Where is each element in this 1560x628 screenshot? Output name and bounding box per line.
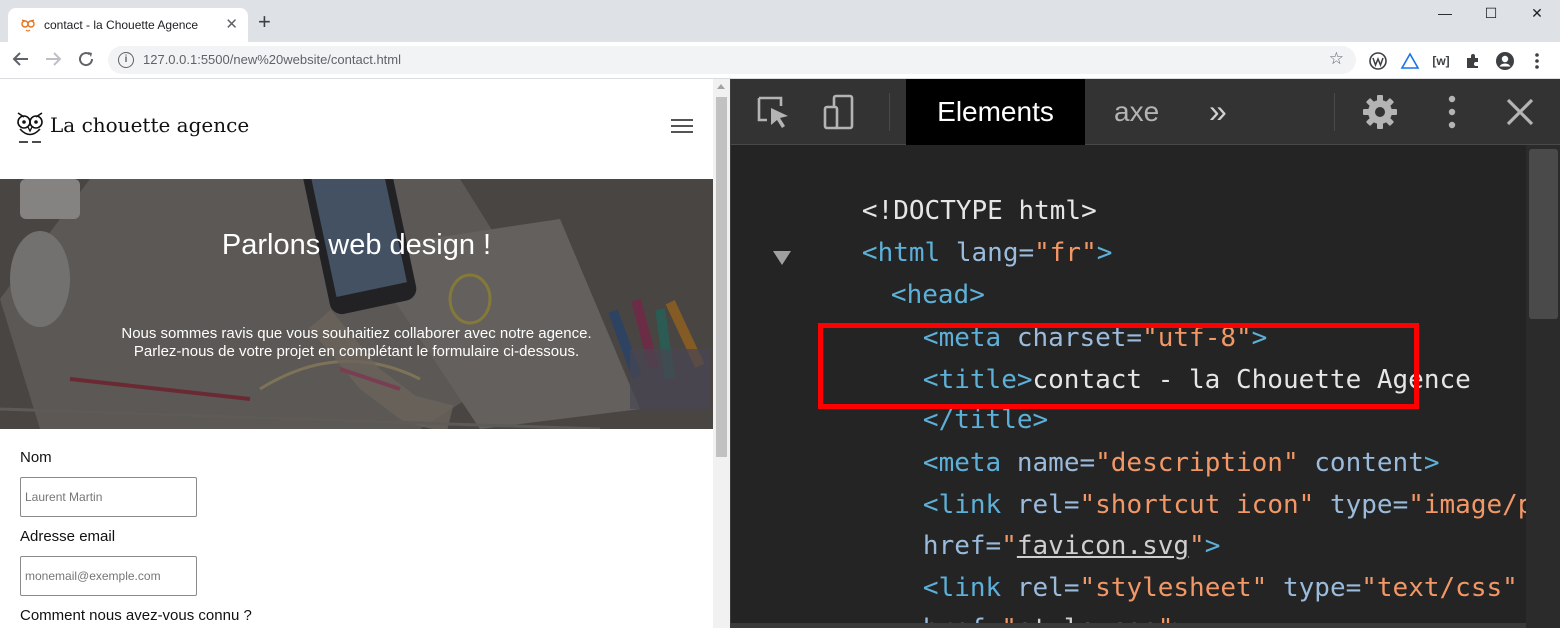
url-text[interactable]: 127.0.0.1:5500/new%20website/contact.htm…	[143, 52, 401, 67]
email-label: Adresse email	[20, 528, 116, 545]
more-tabs-icon[interactable]: »	[1209, 89, 1227, 133]
page-scrollbar[interactable]	[713, 79, 730, 628]
hero-background-image	[0, 179, 713, 429]
owl-logo-icon[interactable]	[15, 110, 45, 144]
dom-line-link-icon-href[interactable]: href="favicon.svg">	[829, 492, 1220, 561]
dom-tree-hscrollbar[interactable]	[731, 623, 1526, 628]
dom-tree-scrollbar[interactable]	[1526, 145, 1560, 628]
page-scroll-thumb[interactable]	[716, 97, 727, 457]
dom-line-doctype[interactable]: <!DOCTYPE html>	[768, 157, 1097, 226]
device-toolbar-icon[interactable]	[822, 94, 858, 130]
expand-triangle-icon[interactable]	[773, 251, 791, 265]
extension-w-icon[interactable]	[1368, 51, 1388, 71]
page-viewport: La chouette agence Parlons web design ! …	[0, 79, 713, 628]
name-label: Nom	[20, 449, 52, 466]
new-tab-button[interactable]: +	[258, 11, 271, 33]
logo-text[interactable]: La chouette agence	[50, 113, 249, 137]
hero-line-1: Nous sommes ravis que vous souhaitiez co…	[121, 325, 592, 342]
dom-line-link-stylesheet-href[interactable]: href="style.css">	[829, 575, 1189, 628]
dom-tree-scroll-thumb[interactable]	[1529, 149, 1558, 319]
star-icon[interactable]: ☆	[1329, 49, 1344, 69]
tab-elements[interactable]: Elements	[906, 79, 1085, 145]
site-header: La chouette agence	[0, 79, 713, 179]
close-window-button[interactable]: ✕	[1514, 5, 1560, 22]
settings-icon[interactable]	[1362, 94, 1398, 130]
tab-title: contact - la Chouette Agence	[44, 18, 199, 32]
profile-icon[interactable]	[1495, 51, 1515, 71]
dom-line-head[interactable]: <head>	[797, 241, 985, 310]
forward-icon[interactable]	[44, 50, 62, 68]
more-options-icon[interactable]	[1434, 94, 1470, 130]
tab-close-icon[interactable]: ✕	[225, 16, 238, 34]
tab-axe[interactable]: axe	[1114, 79, 1159, 145]
devtools-panel: Elements axe » <!DOCTYPE html> <html lan…	[730, 79, 1560, 628]
favicon-owl-icon	[21, 19, 35, 32]
dom-line-link-icon[interactable]: <link rel="shortcut icon" type="image/pn…	[829, 451, 1560, 520]
email-input[interactable]	[20, 556, 197, 596]
maximize-button[interactable]: ☐	[1468, 5, 1514, 22]
hero-title: Parlons web design !	[221, 229, 492, 261]
dom-line-meta-description[interactable]: <meta name="description" content>	[829, 409, 1440, 478]
devtools-toolbar: Elements axe »	[731, 79, 1560, 145]
dom-line-html[interactable]: <html lang="fr">	[768, 199, 1112, 268]
extension-triangle-icon[interactable]	[1400, 51, 1420, 71]
dom-line-link-stylesheet[interactable]: <link rel="stylesheet" type="text/css"	[829, 534, 1518, 603]
toolbar-divider	[889, 93, 890, 131]
close-devtools-icon[interactable]	[1502, 94, 1538, 130]
dom-line-meta-charset[interactable]: <meta charset="utf-8">	[829, 284, 1267, 353]
back-icon[interactable]	[12, 50, 30, 68]
menu-icon[interactable]	[1527, 51, 1547, 71]
toolbar-divider	[1334, 93, 1335, 131]
tab-strip: contact - la Chouette Agence ✕ + — ☐ ✕	[0, 0, 1560, 42]
info-icon[interactable]: i	[118, 52, 134, 68]
dom-tree: <!DOCTYPE html> <html lang="fr"> <head> …	[731, 145, 1560, 628]
tab-active[interactable]: contact - la Chouette Agence ✕	[8, 8, 248, 42]
address-bar: i 127.0.0.1:5500/new%20website/contact.h…	[0, 42, 1560, 79]
inspect-icon[interactable]	[755, 94, 791, 130]
source-label: Comment nous avez-vous connu ?	[20, 607, 252, 624]
minimize-button[interactable]: —	[1422, 5, 1468, 21]
title-highlight-box	[818, 323, 1419, 409]
scroll-up-arrow-icon[interactable]	[717, 84, 725, 89]
name-input[interactable]	[20, 477, 197, 517]
hamburger-icon[interactable]	[671, 119, 693, 135]
extension-bracket-icon[interactable]: [w]	[1431, 51, 1451, 71]
reload-icon[interactable]	[77, 50, 95, 68]
hero-banner: Parlons web design ! Nous sommes ravis q…	[0, 179, 713, 429]
extensions-puzzle-icon[interactable]	[1463, 51, 1483, 71]
omnibox[interactable]: i 127.0.0.1:5500/new%20website/contact.h…	[108, 46, 1356, 74]
hero-line-2: Parlez-nous de votre projet en complétan…	[133, 343, 580, 360]
